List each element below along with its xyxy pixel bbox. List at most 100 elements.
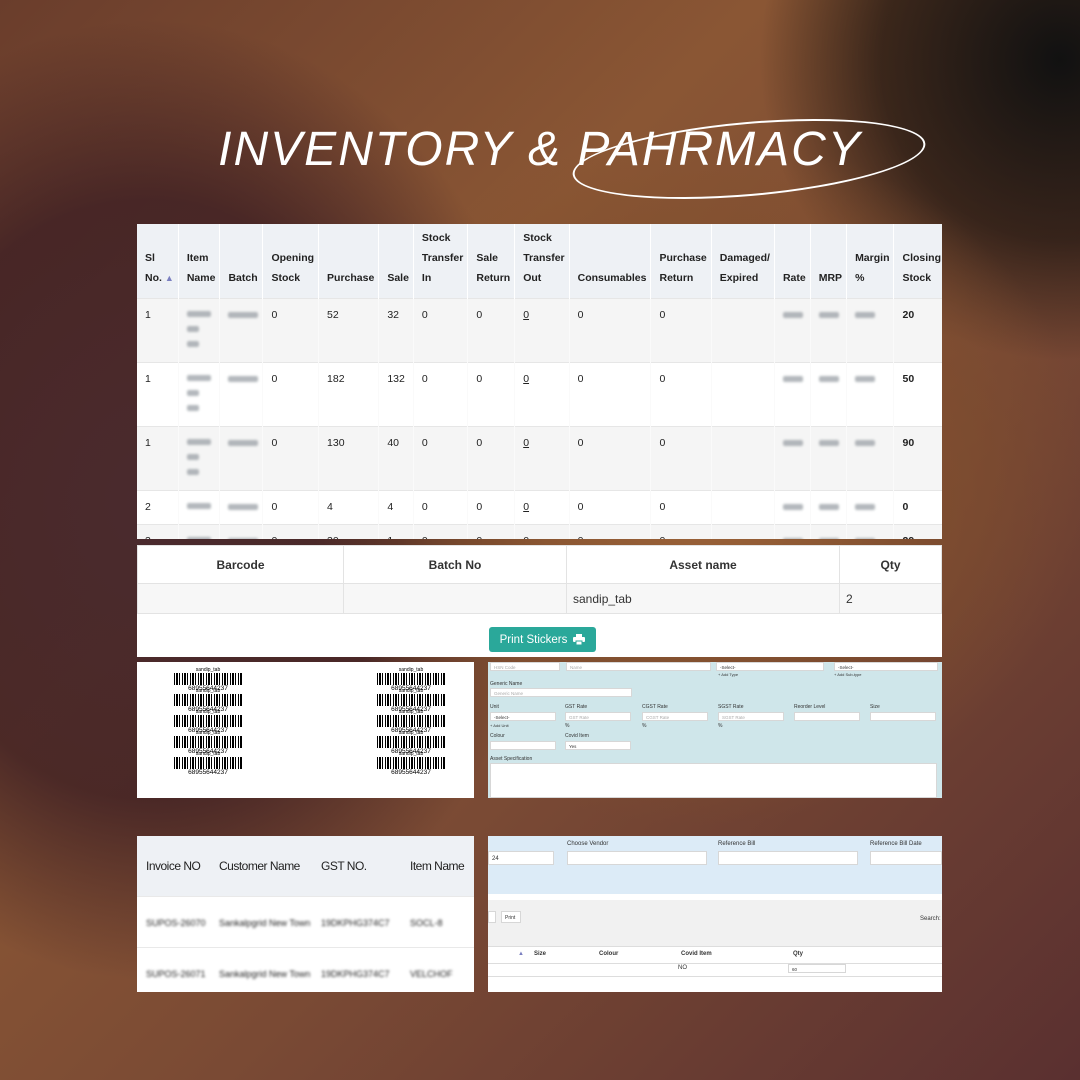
asset-specification-textarea[interactable] (490, 763, 937, 798)
cell-asset-name: sandip_tab (566, 583, 840, 614)
cell-sret: 0 (467, 524, 516, 539)
asset-specification-label: Asset Specification (490, 756, 533, 762)
barcode-graphic (377, 673, 445, 685)
col-header-8[interactable]: Stock Transfer Out (514, 224, 570, 299)
cell-value: 1 (387, 535, 393, 539)
reference-bill-date-input[interactable] (870, 851, 942, 865)
cell-value[interactable]: 0 (523, 501, 529, 513)
cell-value: 0 (577, 501, 584, 513)
col-header-15[interactable]: Closing Stock (893, 224, 942, 299)
col-header-4[interactable]: Purchase (318, 224, 380, 299)
type-select[interactable]: -Select- (716, 662, 824, 671)
generic-name-input[interactable]: Generic Name (490, 688, 632, 697)
cell-purchase: 130 (318, 426, 380, 491)
col-header-4[interactable]: HSN Code (472, 836, 474, 897)
cell-value[interactable]: 0 (523, 309, 529, 321)
cell-value: 0 (659, 373, 666, 385)
invoice-cell: 19DKPHG374C7 (312, 947, 401, 992)
invoice-table: Invoice NOCustomer NameGST NO.Item NameH… (137, 836, 474, 992)
col-header-9[interactable]: Consumables (569, 224, 652, 299)
barcode-graphic (377, 694, 445, 706)
col-size[interactable]: Size (534, 951, 546, 957)
cell-value[interactable]: 0 (523, 535, 529, 539)
cell-value: 0 (659, 309, 666, 321)
col-header-6[interactable]: Stock Transfer In (413, 224, 469, 299)
cell-purchase: 52 (318, 298, 380, 363)
col-qty[interactable]: Qty (793, 951, 803, 957)
reorder-level-input[interactable] (794, 712, 860, 721)
unit-select[interactable]: -Select- (490, 712, 556, 721)
name-input[interactable]: Name (566, 662, 711, 671)
print-stickers-label: Print Stickers (499, 633, 568, 646)
col-header-3[interactable]: Item Name (401, 836, 472, 897)
cell-tin: 0 (413, 426, 469, 491)
col-header-0[interactable]: Sl No. ▲ (137, 224, 179, 299)
reference-bill-input[interactable] (718, 851, 858, 865)
add-unit-link[interactable]: + Add Unit (490, 723, 509, 728)
colour-label: Colour (490, 733, 505, 739)
cell-value: 0 (271, 501, 278, 513)
cell-redacted (219, 298, 264, 363)
col-header-13[interactable]: MRP (810, 224, 848, 299)
reference-bill-label: Reference Bill (718, 841, 756, 847)
col-header-12[interactable]: Rate (774, 224, 811, 299)
col-covid-item[interactable]: Covid Item (681, 951, 712, 957)
cell-value[interactable]: 0 (523, 373, 529, 385)
cell-value: 0 (421, 373, 428, 385)
cell-closing: 20 (893, 298, 942, 363)
size-input[interactable] (870, 712, 936, 721)
col-header-2[interactable]: Batch (219, 224, 264, 299)
col-header-14[interactable]: Margin % (846, 224, 895, 299)
cell-tout: 0 (514, 426, 570, 491)
cell-redacted (774, 490, 811, 525)
col-header-5[interactable]: Sale (378, 224, 414, 299)
col-header-10[interactable]: Purchase Return (650, 224, 712, 299)
sort-icon[interactable]: ▲ (165, 273, 174, 283)
cell-redacted (774, 426, 811, 491)
add-subtype-link[interactable]: + Add Sub-type (834, 672, 861, 677)
barcode-number: 68955644237 (391, 769, 431, 776)
period-select[interactable]: 24 (488, 851, 554, 865)
cell-sale: 1 (378, 524, 414, 539)
col-barcode: Barcode (137, 545, 344, 584)
sort-icon[interactable]: ▲ (518, 951, 524, 957)
invoice-cell: SUPOS-26070 (137, 896, 210, 948)
col-header-11[interactable]: Damaged/ Expired (711, 224, 775, 299)
covid-item-select[interactable]: Yes (565, 741, 631, 750)
colour-input[interactable] (490, 741, 556, 750)
col-header-1[interactable]: Item Name (178, 224, 221, 299)
table-row: 2044000000₹0 (137, 490, 942, 525)
choose-vendor-select[interactable] (567, 851, 707, 865)
cell-value: 0 (476, 373, 483, 385)
sgst-label: SGST Rate (718, 704, 744, 710)
cell-redacted (774, 298, 811, 363)
sgst-input[interactable]: SGST Rate (718, 712, 784, 721)
print-button[interactable]: Print (501, 911, 521, 923)
cell-value: 50 (902, 373, 915, 385)
gst-label: GST Rate (565, 704, 588, 710)
col-colour[interactable]: Colour (599, 951, 618, 957)
print-stickers-button[interactable]: Print Stickers (489, 627, 596, 652)
length-select[interactable] (488, 911, 496, 923)
gst-input[interactable]: GST Rate (565, 712, 631, 721)
cell-pret: 0 (650, 524, 712, 539)
col-header-0[interactable]: Invoice NO (137, 836, 210, 897)
subtype-select[interactable]: -Select- (834, 662, 938, 671)
cell-value[interactable]: 0 (523, 437, 529, 449)
col-header-3[interactable]: Opening Stock (262, 224, 320, 299)
invoice-cell: SOCL-8 (401, 896, 472, 948)
barcode-graphic (174, 757, 242, 769)
cgst-input[interactable]: CGST Rate (642, 712, 708, 721)
barcode-sticker-sheet: sandip_tab 68955644237 sandip_tab 689556442… (137, 662, 474, 798)
cell-value: 0 (577, 373, 584, 385)
cell-sale: 132 (378, 362, 414, 427)
choose-vendor-label: Choose Vendor (567, 841, 609, 847)
hsn-code-input[interactable]: HSN Code (490, 662, 560, 671)
col-header-2[interactable]: GST NO. (312, 836, 401, 897)
unit-label: Unit (490, 704, 499, 710)
col-header-7[interactable]: Sale Return (467, 224, 516, 299)
add-type-link[interactable]: + Add Type (718, 672, 738, 677)
barcode-graphic (377, 736, 445, 748)
qty-input[interactable]: 60 (788, 964, 846, 973)
col-header-1[interactable]: Customer Name (210, 836, 312, 897)
